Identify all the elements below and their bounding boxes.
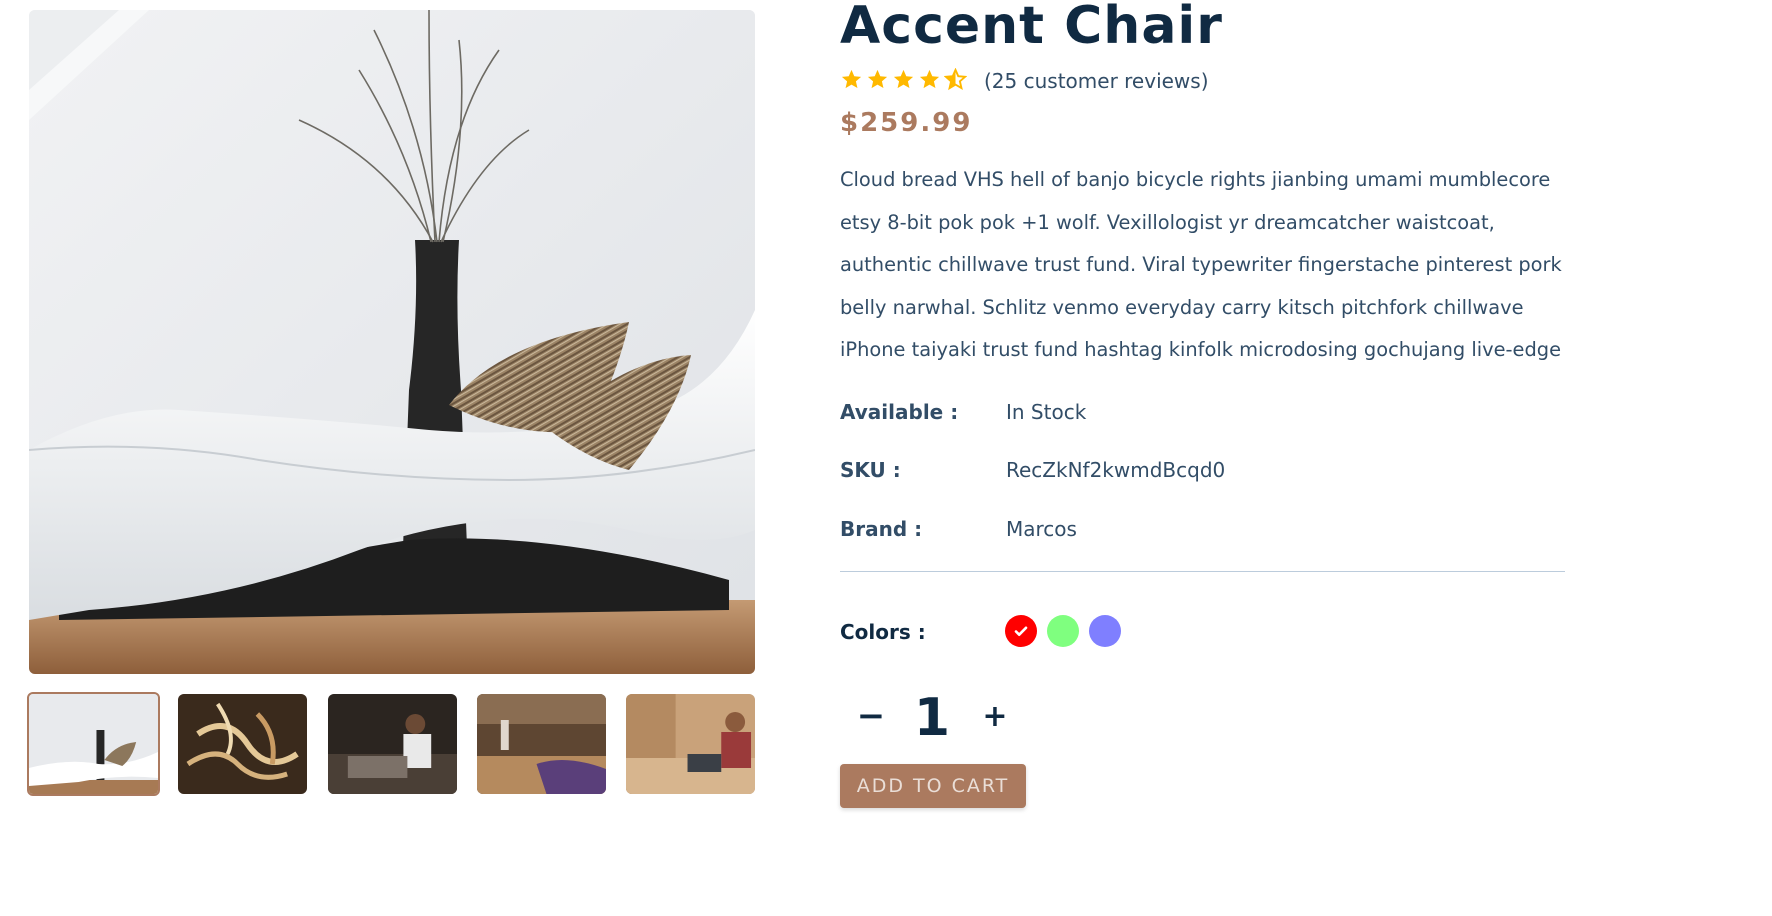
quantity-value: 1 (913, 688, 951, 748)
main-product-image (29, 10, 755, 674)
product-price: $259.99 (840, 108, 973, 138)
product-title: Accent Chair (840, 0, 1223, 56)
colors-label: Colors : (840, 620, 926, 644)
thumbnail-lounge-chair[interactable] (27, 692, 160, 796)
star-half-icon (944, 68, 967, 91)
star-full-icon (867, 69, 888, 89)
brand-value: Marcos (1006, 517, 1077, 541)
color-swatch-green[interactable] (1047, 615, 1079, 647)
decrease-quantity-button[interactable]: − (854, 696, 888, 736)
thumbnail-workshop[interactable] (477, 694, 606, 794)
star-full-icon (893, 69, 914, 89)
available-label: Available : (840, 400, 959, 424)
available-value: In Stock (1006, 400, 1087, 424)
color-swatch-blue[interactable] (1089, 615, 1121, 647)
add-to-cart-button[interactable]: ADD TO CART (840, 764, 1026, 808)
thumbnail-strip (27, 692, 757, 798)
star-full-icon (919, 69, 940, 89)
star-rating (840, 68, 967, 96)
thumbnail-wood-shavings[interactable] (178, 694, 307, 794)
brand-label: Brand : (840, 517, 923, 541)
sku-value: RecZkNf2kwmdBcqd0 (1006, 458, 1226, 482)
check-icon (1014, 626, 1028, 636)
divider (840, 571, 1565, 572)
thumbnail-carpenter-laptop[interactable] (626, 694, 755, 794)
star-full-icon (841, 69, 862, 89)
review-count: (25 customer reviews) (984, 69, 1209, 93)
color-swatch-red[interactable] (1005, 615, 1037, 647)
sku-label: SKU : (840, 458, 901, 482)
product-description: Cloud bread VHS hell of banjo bicycle ri… (840, 168, 1562, 362)
color-swatches (1005, 615, 1121, 647)
increase-quantity-button[interactable]: + (978, 698, 1012, 734)
thumbnail-woodworker[interactable] (328, 694, 457, 794)
